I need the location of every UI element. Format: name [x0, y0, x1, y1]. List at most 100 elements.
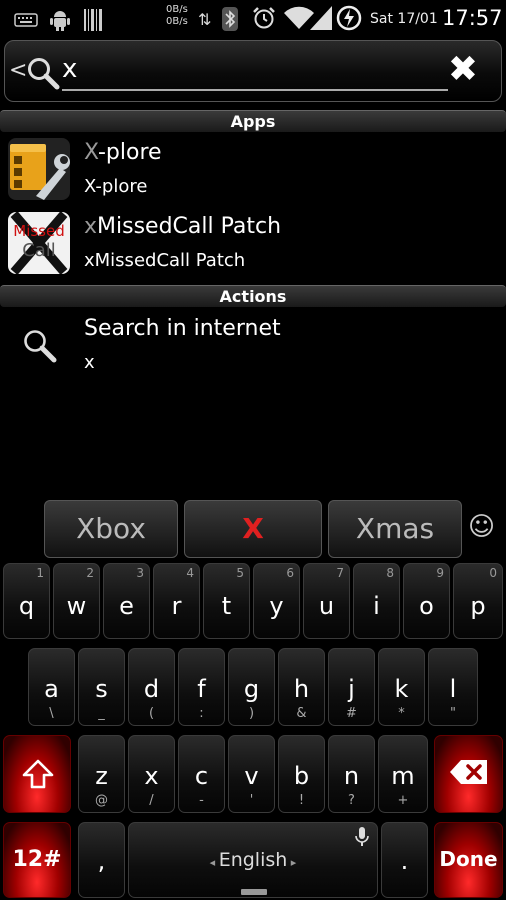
comma-key[interactable]: ,	[78, 822, 125, 898]
key-h[interactable]: h &	[278, 648, 325, 726]
key-secondary: +	[397, 793, 409, 808]
suggestion-x[interactable]: X	[184, 500, 322, 558]
key-label: .	[400, 847, 409, 875]
alarm-icon	[252, 6, 276, 34]
key-secondary: *	[398, 706, 405, 721]
emoji-icon[interactable]: ☺	[468, 512, 495, 542]
key-u[interactable]: 7u	[303, 563, 350, 639]
key-j[interactable]: j #	[328, 648, 375, 726]
key-label: a	[44, 675, 59, 703]
keyboard-icon	[14, 12, 38, 31]
search-icon	[22, 328, 58, 368]
app-title: xMissedCall Patch	[84, 214, 281, 239]
backspace-icon	[449, 758, 489, 790]
status-bar: 0B/s 0B/s ⇅ Sat 17/01 17:57	[0, 0, 506, 38]
key-hint: 7	[336, 566, 344, 580]
key-l[interactable]: l "	[428, 648, 478, 726]
symbols-key[interactable]: 12#	[3, 822, 71, 898]
space-key[interactable]: ◂ English ▸	[128, 822, 378, 898]
search-icon	[26, 56, 60, 94]
key-t[interactable]: 5t	[203, 563, 250, 639]
key-e[interactable]: 3e	[103, 563, 150, 639]
search-input-underline	[62, 89, 448, 91]
list-item-xplore[interactable]: X-plore X-plore	[0, 134, 506, 206]
action-title: Search in internet	[84, 316, 281, 341]
android-debug-icon	[50, 9, 70, 35]
suggestion-xbox[interactable]: Xbox	[44, 500, 178, 558]
key-secondary: \	[49, 706, 54, 721]
key-p[interactable]: 0p	[453, 563, 503, 639]
key-label: h	[293, 675, 310, 703]
search-input[interactable]: x	[62, 54, 77, 84]
key-x[interactable]: x /	[128, 735, 175, 813]
key-secondary: ?	[348, 793, 355, 808]
shift-key[interactable]	[3, 735, 71, 813]
key-q[interactable]: 1q	[3, 563, 50, 639]
match-highlight: x	[84, 214, 98, 239]
app-title: X-plore	[84, 140, 162, 165]
key-label: w	[66, 592, 87, 620]
icon-text-call: Call	[22, 240, 56, 261]
key-s[interactable]: s _	[78, 648, 125, 726]
key-label: q	[18, 592, 35, 620]
clear-search-icon[interactable]: ✖	[446, 50, 480, 90]
key-f[interactable]: f:	[178, 648, 225, 726]
done-key[interactable]: Done	[434, 822, 503, 898]
key-hint: 1	[36, 566, 44, 580]
back-chevron-icon[interactable]: <	[9, 58, 27, 83]
key-hint: 6	[286, 566, 294, 580]
title-rest: -plore	[97, 140, 162, 165]
key-hint: 8	[386, 566, 394, 580]
net-down-speed: 0B/s	[166, 16, 188, 27]
data-transfer-icon: ⇅	[198, 10, 212, 29]
key-r[interactable]: 4r	[153, 563, 200, 639]
key-v[interactable]: v '	[228, 735, 275, 813]
key-label: y	[269, 592, 284, 620]
key-c[interactable]: c-	[178, 735, 225, 813]
key-label: p	[470, 592, 486, 620]
key-g[interactable]: g)	[228, 648, 275, 726]
shift-arrow-icon	[22, 758, 54, 794]
key-o[interactable]: 9o	[403, 563, 450, 639]
key-hint: 3	[136, 566, 144, 580]
key-i[interactable]: 8i	[353, 563, 400, 639]
xmissedcall-app-icon: Missed Call	[8, 212, 70, 274]
barcode-icon	[84, 9, 102, 35]
list-item-xmissedcall[interactable]: Missed Call xMissedCall Patch xMissedCal…	[0, 208, 506, 280]
key-secondary: #	[346, 706, 357, 721]
key-n[interactable]: n?	[328, 735, 375, 813]
key-b[interactable]: b!	[278, 735, 325, 813]
space-bar-indicator	[241, 889, 267, 895]
key-hint: 2	[86, 566, 94, 580]
period-key[interactable]: .	[381, 822, 428, 898]
key-hint: 0	[489, 566, 497, 580]
key-label: r	[171, 592, 182, 620]
key-label: m	[391, 762, 415, 790]
net-up-speed: 0B/s	[166, 4, 188, 15]
key-z[interactable]: z @	[78, 735, 125, 813]
section-header-actions: Actions	[0, 285, 506, 307]
status-time: 17:57	[442, 6, 503, 30]
key-label: c	[194, 762, 209, 790]
suggestion-xmas[interactable]: Xmas	[328, 500, 462, 558]
key-label: s	[95, 675, 108, 703]
key-label: k	[394, 675, 409, 703]
section-header-apps: Apps	[0, 110, 506, 132]
app-subtitle: X-plore	[84, 176, 148, 197]
app-subtitle: xMissedCall Patch	[84, 250, 246, 271]
key-d[interactable]: d(	[128, 648, 175, 726]
key-label: l	[449, 675, 457, 703]
key-k[interactable]: k *	[378, 648, 425, 726]
microphone-icon[interactable]	[355, 827, 369, 851]
key-secondary: :	[199, 706, 204, 721]
key-a[interactable]: a \	[28, 648, 75, 726]
action-search-internet[interactable]: Search in internet x	[0, 310, 506, 382]
key-label: Done	[439, 847, 498, 871]
key-y[interactable]: 6y	[253, 563, 300, 639]
key-m[interactable]: m +	[378, 735, 428, 813]
title-rest: MissedCall Patch	[97, 214, 282, 239]
key-w[interactable]: 2w	[53, 563, 100, 639]
action-subtitle: x	[84, 352, 95, 373]
backspace-key[interactable]	[434, 735, 503, 813]
key-secondary: '	[249, 793, 254, 808]
